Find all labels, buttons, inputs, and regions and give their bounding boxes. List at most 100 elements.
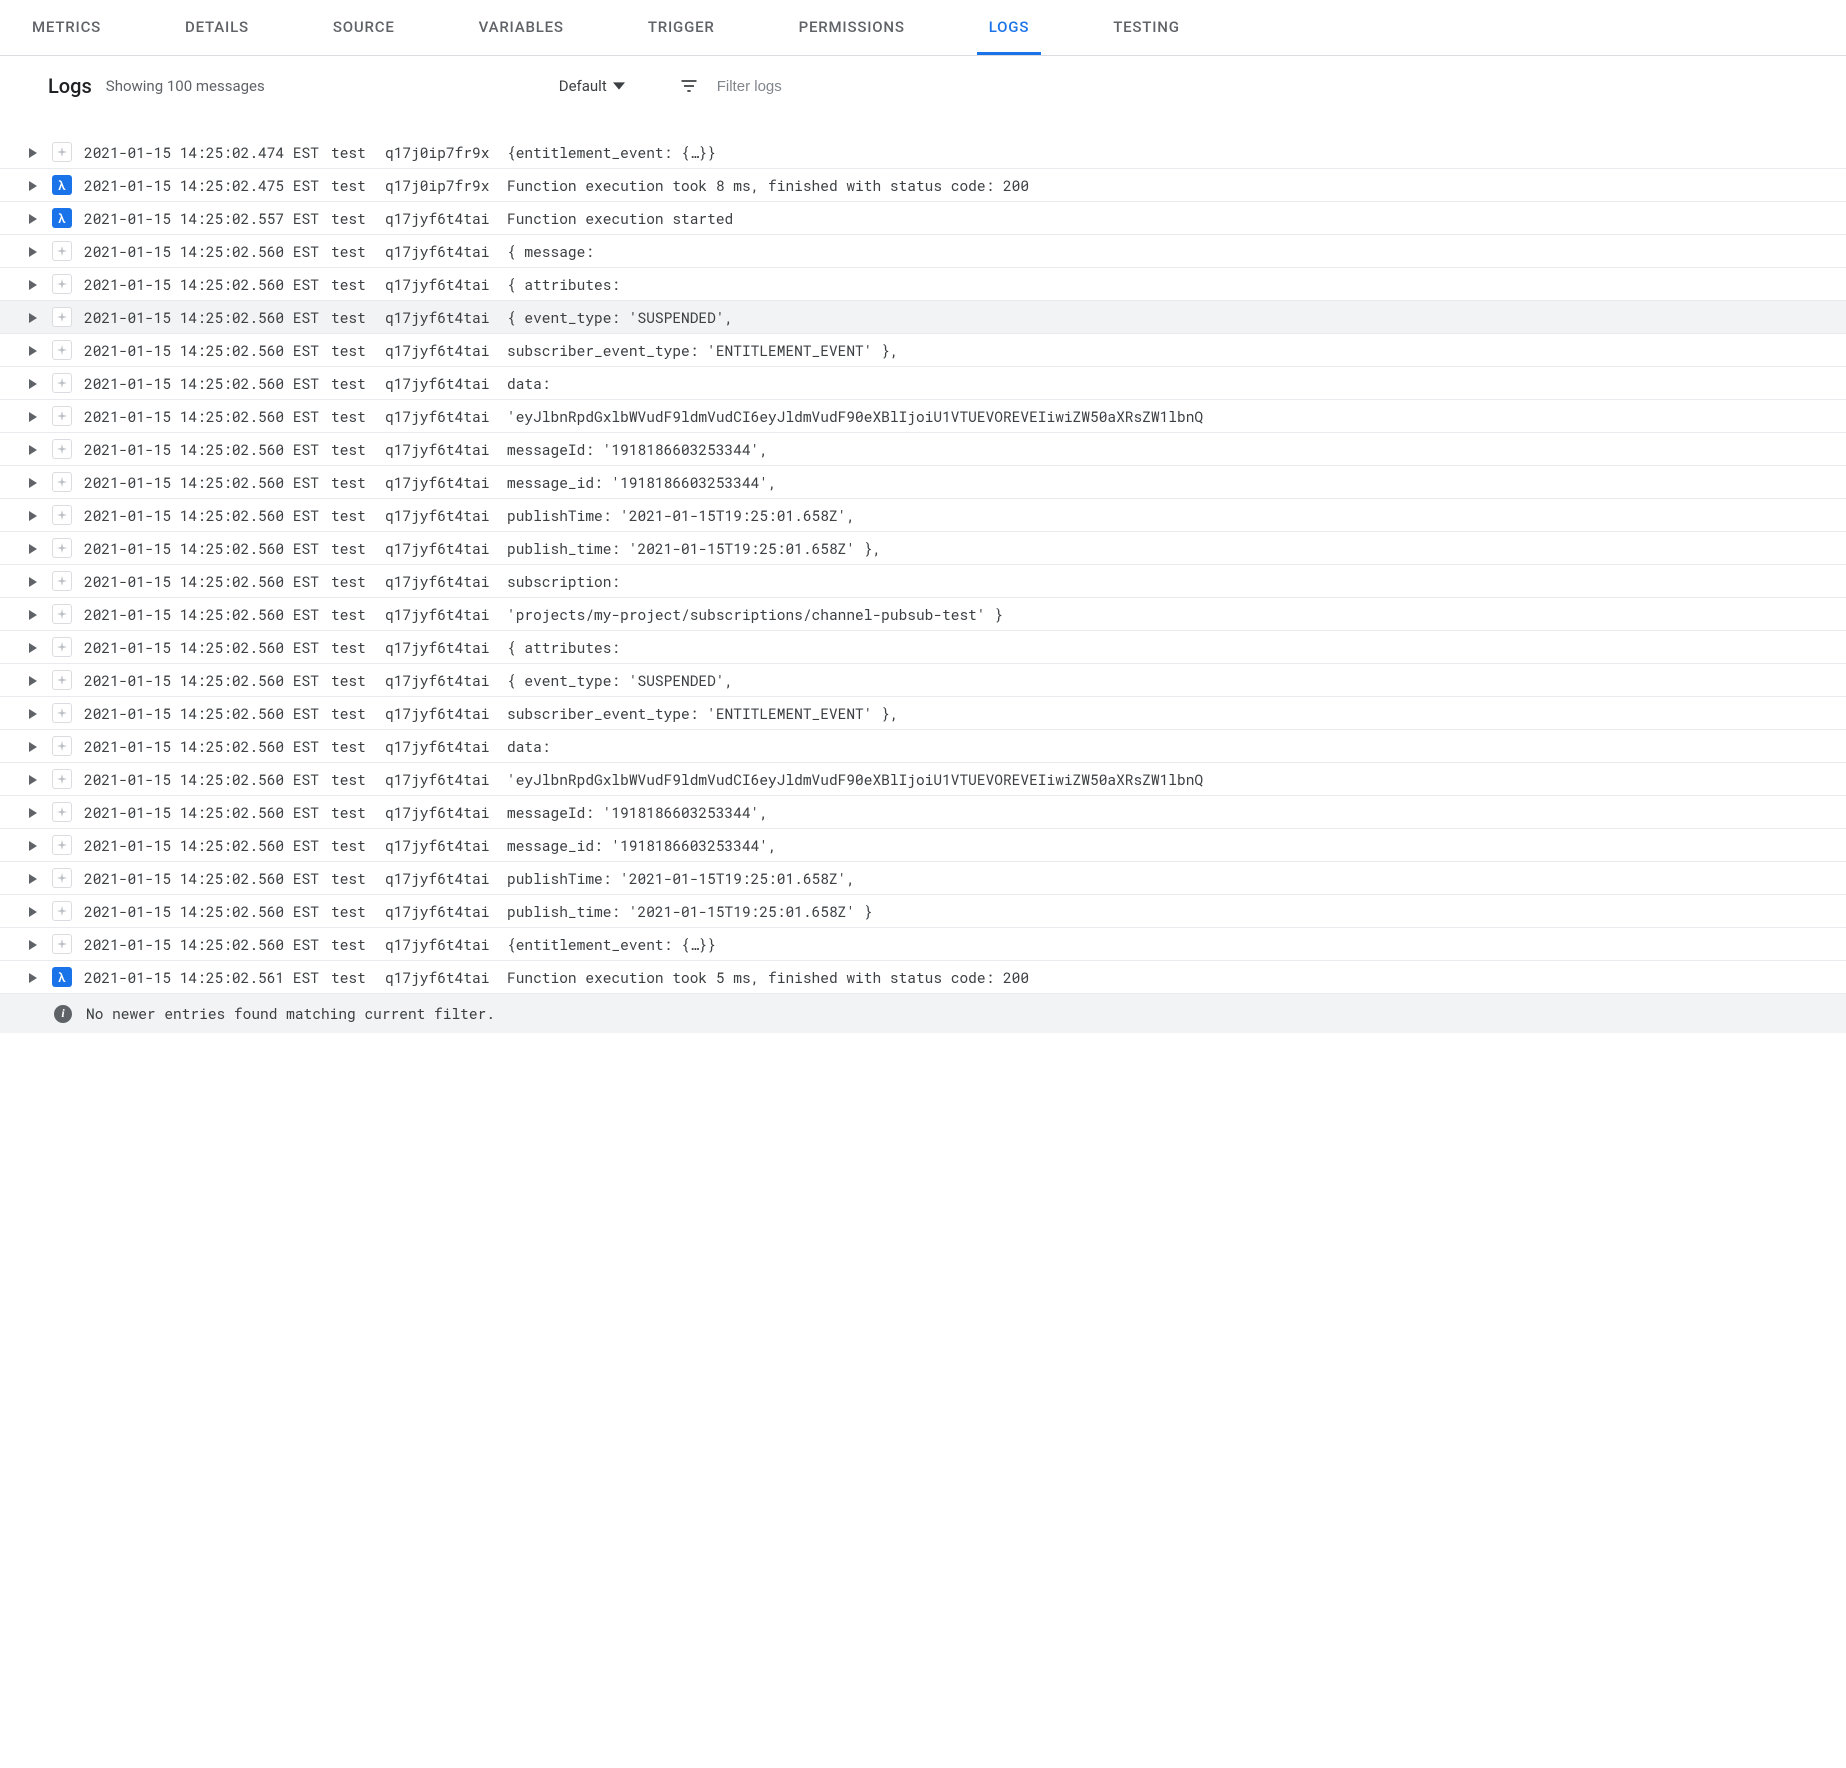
footer-message-text: No newer entries found matching current … [86, 1004, 495, 1023]
log-execution-id: q17jyf6t4tai [385, 803, 495, 822]
log-timestamp: 2021-01-15 14:25:02.560 EST [84, 638, 319, 657]
log-function-name: test [331, 506, 373, 525]
log-row[interactable]: 2021-01-15 14:25:02.560 ESTtestq17jyf6t4… [0, 730, 1846, 763]
expand-caret-icon[interactable] [28, 572, 40, 591]
expand-caret-icon[interactable] [28, 539, 40, 558]
expand-caret-icon[interactable] [28, 341, 40, 360]
log-execution-id: q17jyf6t4tai [385, 308, 495, 327]
log-row[interactable]: 2021-01-15 14:25:02.560 ESTtestq17jyf6t4… [0, 367, 1846, 400]
expand-caret-icon[interactable] [28, 704, 40, 723]
severity-default-icon [52, 340, 72, 360]
log-row[interactable]: 2021-01-15 14:25:02.560 EST test q17jyf6t4… [0, 631, 1846, 664]
log-message: Function execution started [507, 209, 1836, 228]
severity-dropdown[interactable]: Default [559, 77, 625, 95]
log-row[interactable]: 2021-01-15 14:25:02.560 ESTtestq17jyf6t4… [0, 466, 1846, 499]
log-function-name: test [331, 143, 373, 162]
expand-caret-icon[interactable] [28, 374, 40, 393]
expand-caret-icon[interactable] [28, 506, 40, 525]
tab-permissions[interactable]: PERMISSIONS [787, 0, 917, 55]
log-row[interactable]: 2021-01-15 14:25:02.560 ESTtestq17jyf6t4… [0, 400, 1846, 433]
expand-caret-icon[interactable] [28, 671, 40, 690]
expand-caret-icon[interactable] [28, 407, 40, 426]
filter-input[interactable] [717, 78, 917, 95]
expand-caret-icon[interactable] [28, 968, 40, 987]
severity-default-icon [52, 307, 72, 327]
log-message: data: [507, 737, 1836, 756]
log-message: subscriber_event_type: 'ENTITLEMENT_EVEN… [507, 341, 1836, 360]
log-row[interactable]: 2021-01-15 14:25:02.560 ESTtestq17jyf6t4… [0, 433, 1846, 466]
expand-caret-icon[interactable] [28, 869, 40, 888]
expand-caret-icon[interactable] [28, 440, 40, 459]
log-row[interactable]: 2021-01-15 14:25:02.560 ESTtestq17jyf6t4… [0, 268, 1846, 301]
log-timestamp: 2021-01-15 14:25:02.560 EST [84, 506, 319, 525]
log-row[interactable]: 2021-01-15 14:25:02.560 ESTtestq17jyf6t4… [0, 697, 1846, 730]
expand-caret-icon[interactable] [28, 209, 40, 228]
severity-default-icon [52, 571, 72, 591]
log-row[interactable]: 2021-01-15 14:25:02.560 ESTtestq17jyf6t4… [0, 928, 1846, 961]
expand-caret-icon[interactable] [28, 935, 40, 954]
log-row[interactable]: 2021-01-15 14:25:02.560 ESTtestq17jyf6t4… [0, 598, 1846, 631]
expand-caret-icon[interactable] [28, 275, 40, 294]
log-row[interactable]: 2021-01-15 14:25:02.560 ESTtestq17jyf6t4… [0, 499, 1846, 532]
log-timestamp: 2021-01-15 14:25:02.560 EST [84, 374, 319, 393]
log-row[interactable]: 2021-01-15 14:25:02.560 ESTtestq17jyf6t4… [0, 829, 1846, 862]
log-row[interactable]: 2021-01-15 14:25:02.560 ESTtestq17jyf6t4… [0, 862, 1846, 895]
severity-default-icon [52, 637, 72, 657]
log-timestamp: 2021-01-15 14:25:02.560 EST [84, 275, 319, 294]
log-timestamp: 2021-01-15 14:25:02.560 EST [84, 836, 319, 855]
log-message: {entitlement_event: {…}} [507, 935, 1836, 954]
expand-caret-icon[interactable] [28, 770, 40, 789]
log-function-name: test [331, 605, 373, 624]
log-timestamp: 2021-01-15 14:25:02.560 EST [84, 935, 319, 954]
log-row[interactable]: 2021-01-15 14:25:02.560 ESTtestq17jyf6t4… [0, 763, 1846, 796]
log-row[interactable]: 2021-01-15 14:25:02.560 ESTtestq17jyf6t4… [0, 334, 1846, 367]
log-row[interactable]: 2021-01-15 14:25:02.560 ESTtestq17jyf6t4… [0, 235, 1846, 268]
severity-debug-icon: λ [52, 208, 72, 228]
log-row[interactable]: 2021-01-15 14:25:02.560 ESTtestq17jyf6t4… [0, 565, 1846, 598]
log-execution-id: q17jyf6t4tai [385, 968, 495, 987]
severity-default-icon [52, 604, 72, 624]
expand-caret-icon[interactable] [28, 737, 40, 756]
tab-variables[interactable]: VARIABLES [467, 0, 576, 55]
severity-default-icon [52, 505, 72, 525]
expand-caret-icon[interactable] [28, 902, 40, 921]
expand-caret-icon[interactable] [28, 308, 40, 327]
expand-caret-icon[interactable] [28, 605, 40, 624]
expand-caret-icon[interactable] [28, 176, 40, 195]
log-row[interactable]: 2021-01-15 14:25:02.560 ESTtestq17jyf6t4… [0, 301, 1846, 334]
tab-testing[interactable]: TESTING [1101, 0, 1192, 55]
expand-caret-icon[interactable] [28, 638, 40, 657]
severity-default-icon [52, 835, 72, 855]
log-row[interactable]: λ2021-01-15 14:25:02.561 ESTtestq17jyf6t… [0, 961, 1846, 994]
expand-caret-icon[interactable] [28, 143, 40, 162]
log-function-name: test [331, 638, 373, 657]
log-timestamp: 2021-01-15 14:25:02.560 EST [84, 803, 319, 822]
severity-default-icon [52, 472, 72, 492]
expand-caret-icon[interactable] [28, 473, 40, 492]
log-row[interactable]: 2021-01-15 14:25:02.474 ESTtestq17j0ip7f… [0, 136, 1846, 169]
log-timestamp: 2021-01-15 14:25:02.560 EST [84, 902, 319, 921]
log-row[interactable]: λ2021-01-15 14:25:02.557 ESTtestq17jyf6t… [0, 202, 1846, 235]
tab-trigger[interactable]: TRIGGER [636, 0, 727, 55]
expand-caret-icon[interactable] [28, 242, 40, 261]
log-row[interactable]: 2021-01-15 14:25:02.560 ESTtestq17jyf6t4… [0, 664, 1846, 697]
severity-default-icon [52, 406, 72, 426]
log-timestamp: 2021-01-15 14:25:02.475 EST [84, 176, 319, 195]
log-function-name: test [331, 704, 373, 723]
log-timestamp: 2021-01-15 14:25:02.560 EST [84, 869, 319, 888]
log-execution-id: q17jyf6t4tai [385, 704, 495, 723]
tab-source[interactable]: SOURCE [321, 0, 407, 55]
severity-default-icon [52, 901, 72, 921]
log-execution-id: q17jyf6t4tai [385, 572, 495, 591]
expand-caret-icon[interactable] [28, 803, 40, 822]
log-row[interactable]: 2021-01-15 14:25:02.560 ESTtestq17jyf6t4… [0, 895, 1846, 928]
tab-logs[interactable]: LOGS [977, 0, 1041, 55]
expand-caret-icon[interactable] [28, 836, 40, 855]
tab-details[interactable]: DETAILS [173, 0, 261, 55]
log-execution-id: q17jyf6t4tai [385, 638, 495, 657]
log-row[interactable]: λ2021-01-15 14:25:02.475 ESTtestq17j0ip7… [0, 169, 1846, 202]
tab-metrics[interactable]: METRICS [20, 0, 113, 55]
log-row[interactable]: 2021-01-15 14:25:02.560 ESTtestq17jyf6t4… [0, 532, 1846, 565]
log-row[interactable]: 2021-01-15 14:25:02.560 ESTtestq17jyf6t4… [0, 796, 1846, 829]
severity-debug-icon: λ [52, 175, 72, 195]
